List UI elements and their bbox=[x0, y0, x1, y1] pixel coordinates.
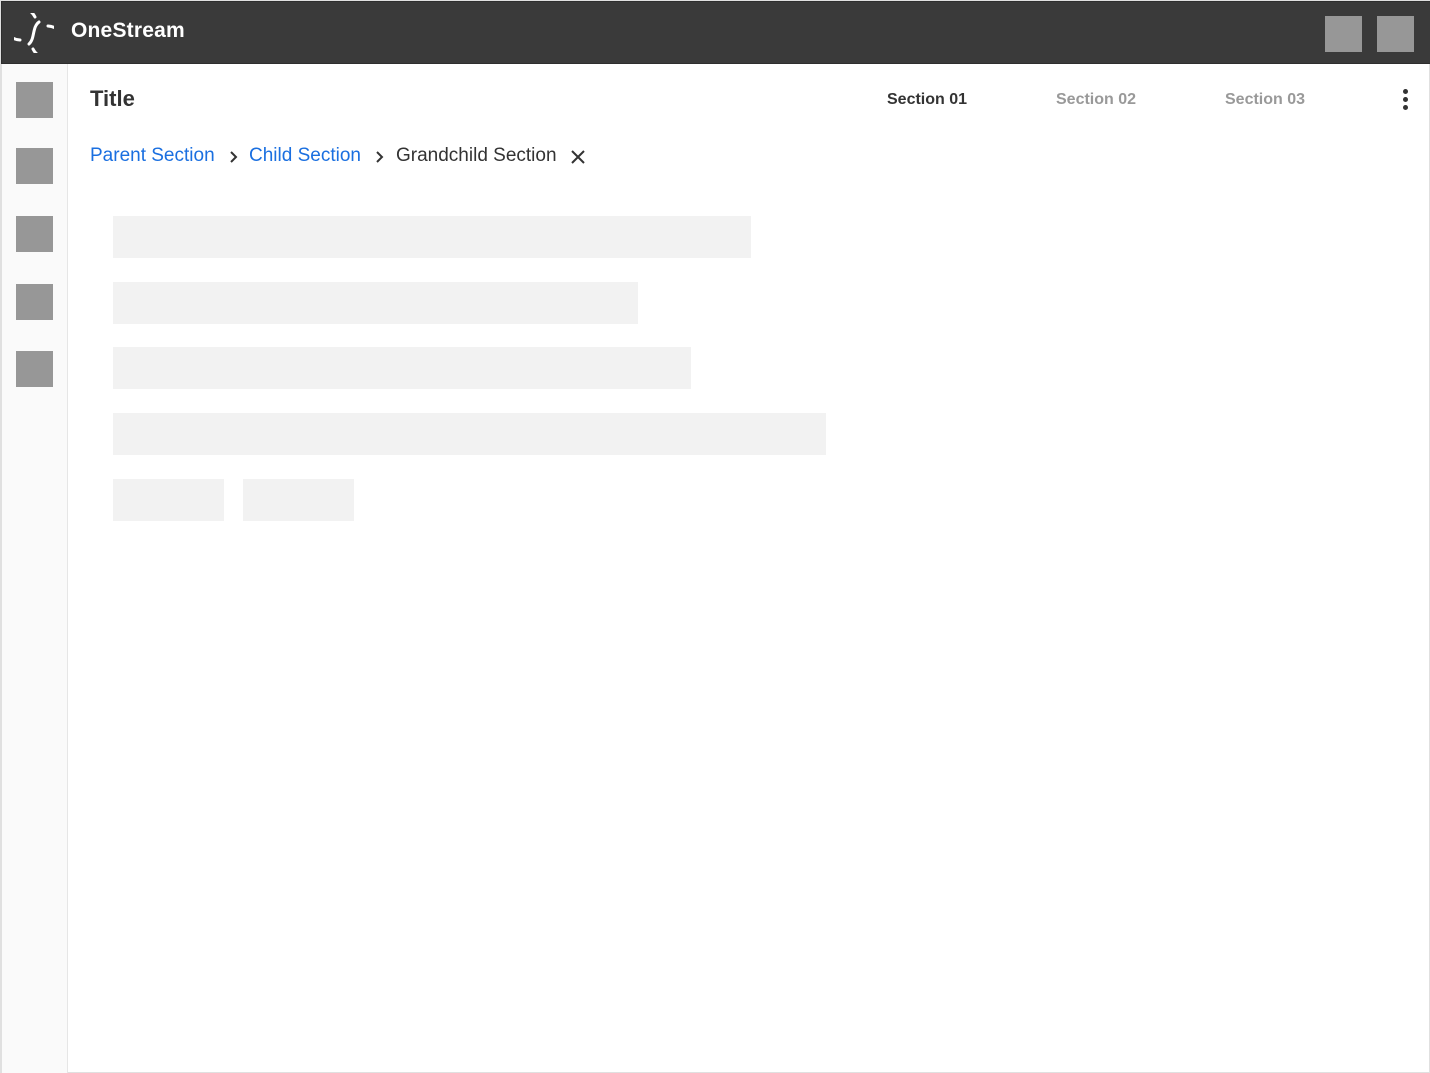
close-icon[interactable] bbox=[570, 149, 586, 165]
breadcrumb-child[interactable]: Child Section bbox=[249, 145, 361, 167]
skeleton-line-2 bbox=[113, 282, 638, 324]
tab-section-03[interactable]: Section 03 bbox=[1225, 91, 1305, 109]
sidebar-item-5[interactable] bbox=[16, 351, 53, 387]
tab-section-01[interactable]: Section 01 bbox=[887, 91, 967, 109]
sidebar bbox=[1, 64, 68, 1073]
chevron-right-icon bbox=[230, 151, 238, 163]
top-action-button-1[interactable] bbox=[1325, 16, 1362, 52]
sidebar-item-2[interactable] bbox=[16, 148, 53, 184]
skeleton-line-3 bbox=[113, 347, 691, 389]
skeleton-button-2 bbox=[243, 479, 354, 521]
breadcrumb-parent[interactable]: Parent Section bbox=[90, 145, 215, 167]
breadcrumb-grandchild: Grandchild Section bbox=[396, 145, 557, 166]
skeleton-line-4 bbox=[113, 413, 826, 455]
page-title: Title bbox=[90, 86, 135, 111]
app-window: OneStream Title Section 01 Section 02 Se… bbox=[0, 0, 1430, 1073]
onestream-logo-icon[interactable] bbox=[14, 13, 54, 53]
sidebar-item-4[interactable] bbox=[16, 284, 53, 320]
kebab-menu-icon[interactable] bbox=[1397, 89, 1415, 111]
top-action-button-2[interactable] bbox=[1377, 16, 1414, 52]
skeleton-line-1 bbox=[113, 216, 751, 258]
app-name: OneStream bbox=[71, 19, 185, 42]
chevron-right-icon bbox=[376, 151, 384, 163]
top-bar: OneStream bbox=[1, 1, 1430, 64]
sidebar-item-3[interactable] bbox=[16, 216, 53, 252]
skeleton-button-1 bbox=[113, 479, 224, 521]
tab-section-02[interactable]: Section 02 bbox=[1056, 91, 1136, 109]
sidebar-item-1[interactable] bbox=[16, 82, 53, 118]
